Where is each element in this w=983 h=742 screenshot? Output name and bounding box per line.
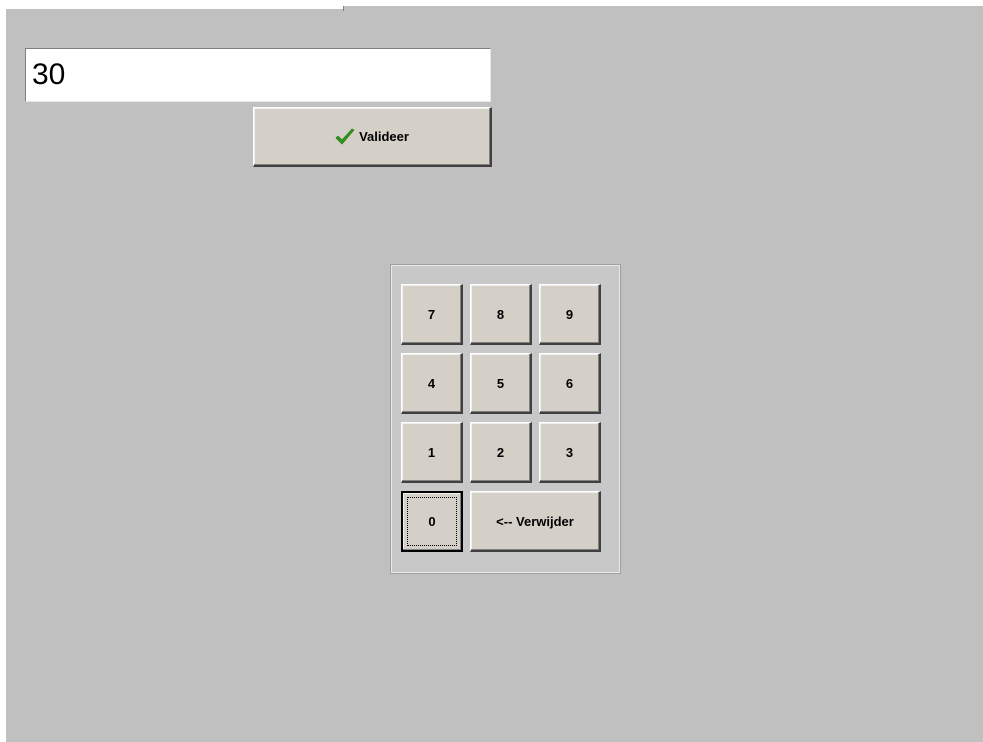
key-4-label: 4 xyxy=(427,375,436,391)
validate-button-label: Valideer xyxy=(359,129,409,144)
delete-button[interactable]: <-- Verwijder xyxy=(470,491,601,552)
key-0-label: 0 xyxy=(428,514,436,529)
key-5[interactable]: 5 xyxy=(470,353,532,414)
key-7-label: 7 xyxy=(427,306,436,322)
amount-input[interactable] xyxy=(25,48,491,102)
app-window: Valideer 7 8 9 4 5 6 1 2 3 0 xyxy=(6,6,983,742)
key-0[interactable]: 0 xyxy=(401,491,463,552)
numeric-keypad: 7 8 9 4 5 6 1 2 3 0 <-- Verwijder xyxy=(391,265,620,573)
key-8-label: 8 xyxy=(496,306,505,322)
key-3[interactable]: 3 xyxy=(539,422,601,483)
key-9[interactable]: 9 xyxy=(539,284,601,345)
key-2-label: 2 xyxy=(496,444,505,460)
key-8[interactable]: 8 xyxy=(470,284,532,345)
key-7[interactable]: 7 xyxy=(401,284,463,345)
key-4[interactable]: 4 xyxy=(401,353,463,414)
key-6[interactable]: 6 xyxy=(539,353,601,414)
key-6-label: 6 xyxy=(565,375,574,391)
validate-button[interactable]: Valideer xyxy=(253,107,492,167)
check-icon xyxy=(335,128,355,144)
top-edge-strip xyxy=(6,6,344,9)
key-2[interactable]: 2 xyxy=(470,422,532,483)
top-edge-tick xyxy=(343,6,344,11)
key-5-label: 5 xyxy=(496,375,505,391)
key-9-label: 9 xyxy=(565,306,574,322)
key-1[interactable]: 1 xyxy=(401,422,463,483)
key-1-label: 1 xyxy=(427,444,436,460)
key-3-label: 3 xyxy=(565,444,574,460)
delete-button-label: <-- Verwijder xyxy=(496,513,574,529)
